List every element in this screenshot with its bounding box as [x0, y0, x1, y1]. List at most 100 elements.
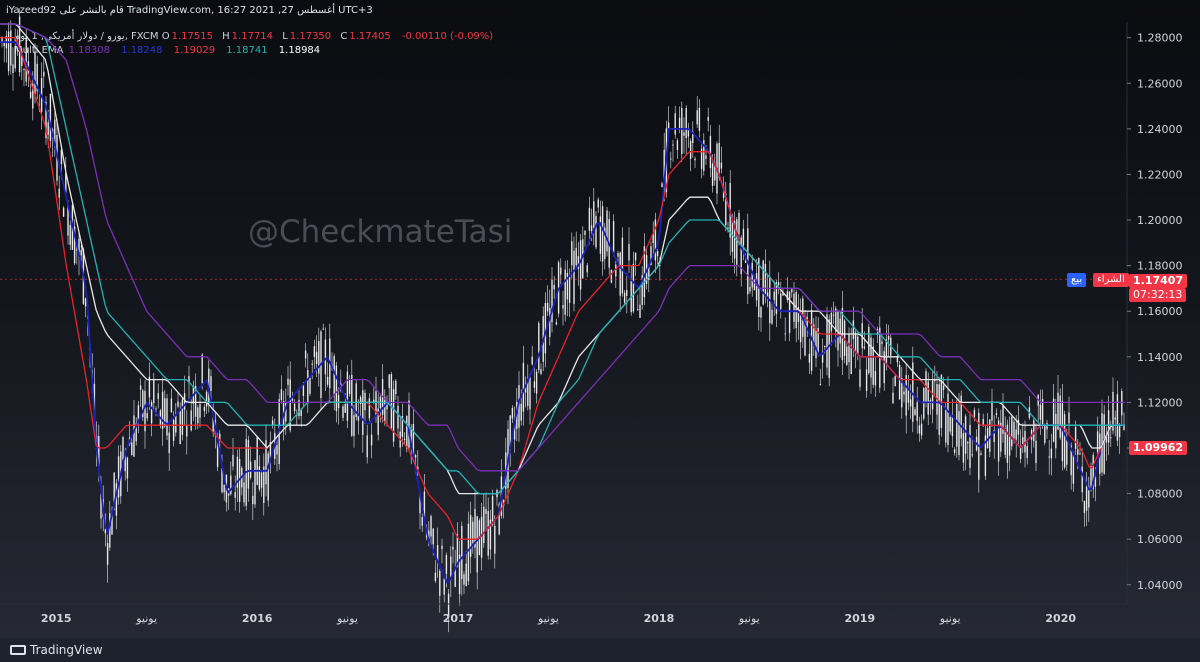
- candle-body: [170, 398, 173, 413]
- candle-body: [764, 263, 767, 297]
- candle-body: [819, 383, 822, 386]
- candle-body: [62, 207, 65, 217]
- price-tick-label: 1.24000: [1137, 123, 1183, 136]
- candle-body: [553, 284, 555, 290]
- candle-body: [956, 404, 958, 447]
- candle-body: [520, 403, 522, 421]
- candle-body: [439, 570, 441, 596]
- candle-body: [527, 380, 529, 406]
- price-chart[interactable]: 1.28000 1.26000 1.24000 1.22000 1.20000 1.180…: [0, 0, 1200, 662]
- candle-body: [872, 346, 874, 385]
- candle-body: [181, 399, 184, 435]
- candle-body: [491, 496, 494, 526]
- candle-body: [172, 419, 175, 441]
- candle-body: [179, 410, 181, 445]
- candle-body: [914, 409, 916, 415]
- candle-body: [390, 374, 393, 429]
- candle-body: [25, 37, 27, 82]
- candle-body: [560, 267, 562, 275]
- candle-body: [824, 346, 826, 348]
- time-tick-label: يونيو: [738, 612, 760, 625]
- candle-body: [832, 314, 835, 316]
- candle-body: [139, 385, 142, 390]
- candle-body: [307, 370, 309, 404]
- candle-body: [599, 216, 602, 254]
- time-tick-label: يونيو: [537, 612, 559, 625]
- candle-body: [531, 356, 533, 365]
- candle-body: [1063, 414, 1066, 468]
- candle-body: [546, 302, 549, 312]
- candle-body: [953, 449, 956, 453]
- candle-body: [551, 279, 553, 323]
- candle-body: [892, 392, 894, 404]
- candle-body: [326, 376, 329, 385]
- candle-body: [848, 334, 850, 363]
- price-axis: 1.28000 1.26000 1.24000 1.22000 1.20000 1.180…: [1127, 32, 1183, 592]
- candle-body: [133, 415, 135, 457]
- time-tick-label: 2015: [41, 612, 72, 625]
- candle-body: [916, 402, 918, 421]
- candle-body: [881, 341, 883, 344]
- candle-body: [626, 289, 628, 296]
- candle-body: [1055, 413, 1057, 449]
- price-tick-label: 1.16000: [1137, 305, 1183, 318]
- candle-body: [258, 466, 261, 490]
- candle-body: [1033, 420, 1035, 442]
- candle-body: [150, 402, 153, 424]
- candle-body: [318, 341, 320, 374]
- candle-body: [568, 276, 571, 303]
- ema-price-tag: 1.09962: [1129, 441, 1188, 455]
- ema-line-1: [0, 41, 1125, 584]
- candle-body: [1046, 422, 1048, 430]
- tradingview-logo[interactable]: TradingView: [10, 641, 103, 659]
- candle-body: [637, 309, 639, 311]
- candle-body: [808, 353, 811, 363]
- candle-body: [443, 578, 445, 595]
- sell-button[interactable]: بيع: [1067, 273, 1087, 287]
- candle-body: [584, 230, 586, 235]
- candle-body: [131, 442, 133, 456]
- candle-body: [705, 155, 707, 159]
- candle-body: [434, 572, 437, 581]
- candle-body: [927, 381, 929, 415]
- buy-button[interactable]: الشراء: [1093, 273, 1129, 287]
- candle-body: [736, 219, 738, 265]
- candle-body: [203, 406, 206, 412]
- candle-body: [991, 401, 993, 421]
- candle-body: [1039, 404, 1042, 420]
- candle-body: [612, 221, 615, 253]
- candle-body: [223, 484, 225, 493]
- candle-body: [771, 309, 773, 324]
- candle-body: [696, 110, 698, 125]
- candle-body: [280, 389, 283, 400]
- price-tick-label: 1.22000: [1137, 168, 1183, 181]
- candle-body: [23, 69, 25, 71]
- time-tick-label: 2019: [845, 612, 876, 625]
- candle-body: [494, 525, 496, 554]
- candle-body: [839, 318, 841, 344]
- candle-body: [883, 351, 885, 384]
- price-tick-label: 1.12000: [1137, 396, 1183, 409]
- candle-body: [634, 252, 637, 261]
- candle-body: [639, 304, 641, 318]
- candle-body: [799, 315, 802, 343]
- candle-body: [815, 330, 817, 359]
- candle-body: [1121, 391, 1123, 416]
- candle-body: [573, 250, 575, 304]
- candle-body: [720, 162, 723, 169]
- candle-body: [445, 555, 448, 574]
- candle-body: [12, 64, 14, 74]
- candle-body: [865, 369, 868, 391]
- candle-body: [366, 435, 368, 458]
- candle-body: [364, 392, 366, 411]
- candle-body: [522, 362, 525, 412]
- candle-body: [711, 163, 714, 186]
- candle-body: [1015, 429, 1017, 440]
- candle-body: [973, 409, 976, 418]
- candle-body: [1048, 456, 1050, 458]
- candle-body: [452, 546, 454, 550]
- candle-body: [601, 206, 604, 262]
- countdown-tag: 07:32:13: [1129, 288, 1187, 302]
- candle-body: [887, 336, 890, 340]
- candle-body: [898, 364, 901, 400]
